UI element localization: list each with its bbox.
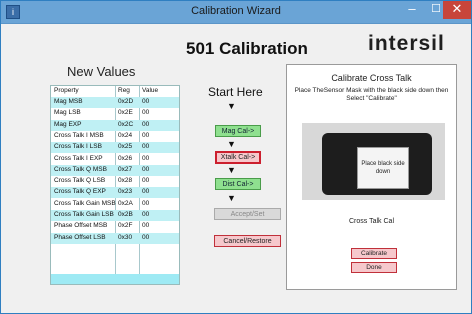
property-cell: Cross Talk Q MSB xyxy=(54,165,107,173)
property-cell: Cross Talk Q LSB xyxy=(54,177,106,185)
property-cell: Cross Talk I MSB xyxy=(54,131,104,139)
column-header-property: Property xyxy=(54,87,79,94)
reg-cell: 0x27 xyxy=(118,165,133,173)
column-header-reg: Reg xyxy=(118,87,130,94)
reg-cell: 0x23 xyxy=(118,188,133,196)
reg-cell: 0x26 xyxy=(118,154,133,162)
down-arrow-icon: ▼ xyxy=(227,101,236,111)
table-row[interactable]: Mag LSB 0x2E 00 xyxy=(51,108,179,119)
table-row[interactable]: Cross Talk I EXP 0x26 00 xyxy=(51,154,179,165)
value-cell: 00 xyxy=(142,211,150,218)
value-cell: 00 xyxy=(142,98,150,105)
table-row[interactable]: Phase Offset LSB 0x30 00 xyxy=(51,232,179,244)
down-arrow-icon: ▼ xyxy=(227,193,236,203)
reg-cell: 0x2C xyxy=(118,120,134,128)
value-cell: 00 xyxy=(142,154,150,162)
value-cell: 00 xyxy=(142,188,150,196)
title-bar: i Calibration Wizard – ☐ ✕ xyxy=(1,1,471,24)
start-here-label: Start Here xyxy=(208,85,263,99)
reg-cell: 0x28 xyxy=(118,177,133,185)
reg-cell: 0x2A xyxy=(118,199,133,207)
panel-title: Calibrate Cross Talk xyxy=(331,73,412,83)
down-arrow-icon: ▼ xyxy=(227,165,236,175)
calibration-wizard-window: i Calibration Wizard – ☐ ✕ 501 Calibrati… xyxy=(0,0,472,314)
reg-cell: 0x2D xyxy=(118,98,134,105)
property-cell: Cross Talk Gain LSB xyxy=(54,211,114,218)
sensor-device: Place black side down xyxy=(322,133,432,195)
table-row[interactable]: Cross Talk I LSB 0x25 00 xyxy=(51,142,179,154)
table-row[interactable]: Cross Talk Q EXP 0x23 00 xyxy=(51,187,179,199)
cancel-restore-button[interactable]: Cancel/Restore xyxy=(214,235,281,247)
table-row[interactable]: Mag MSB 0x2D 00 xyxy=(51,97,179,108)
reg-cell: 0x2B xyxy=(118,211,133,218)
reg-cell: 0x2E xyxy=(118,109,133,117)
reg-cell: 0x24 xyxy=(118,131,133,139)
calibrate-button[interactable]: Calibrate xyxy=(351,248,397,259)
table-row[interactable]: Phase Offset MSB 0x2F 00 xyxy=(51,221,179,232)
property-cell: Mag EXP xyxy=(54,120,82,128)
table-row[interactable]: Mag EXP 0x2C 00 xyxy=(51,119,179,131)
column-header-value: Value xyxy=(142,87,159,94)
property-cell: Phase Offset MSB xyxy=(54,222,108,230)
table-row[interactable]: Cross Talk I MSB 0x24 00 xyxy=(51,131,179,142)
dist-cal-button[interactable]: Dist Cal-> xyxy=(215,178,261,190)
property-cell: Phase Offset LSB xyxy=(54,233,106,241)
value-cell: 00 xyxy=(142,131,150,139)
new-values-table: Property Reg Value Mag MSB 0x2D 00 Mag LSB 0… xyxy=(50,85,180,285)
mag-cal-button[interactable]: Mag Cal-> xyxy=(215,125,261,137)
cross-talk-cal-label: Cross Talk Cal xyxy=(349,218,394,225)
page-title: 501 Calibration xyxy=(186,39,308,58)
intersil-logo: intersil xyxy=(368,32,445,55)
property-cell: Mag MSB xyxy=(54,98,83,105)
value-cell: 00 xyxy=(142,165,150,173)
minimize-button[interactable]: – xyxy=(400,1,424,19)
mask-label: Place black side down xyxy=(361,161,405,175)
reg-cell: 0x2F xyxy=(118,222,133,230)
value-cell: 00 xyxy=(142,233,150,241)
value-cell: 00 xyxy=(142,177,150,185)
down-arrow-icon: ▼ xyxy=(227,139,236,149)
sensor-mask: Place black side down xyxy=(357,147,409,189)
done-button[interactable]: Done xyxy=(351,262,397,273)
property-cell: Mag LSB xyxy=(54,109,81,117)
table-row[interactable]: Cross Talk Gain LSB 0x2B 00 xyxy=(51,210,179,221)
value-cell: 00 xyxy=(142,120,150,128)
xtalk-cal-button[interactable]: Xtalk Cal-> xyxy=(215,151,261,164)
close-button[interactable]: ✕ xyxy=(443,1,471,19)
new-values-title: New Values xyxy=(67,64,136,79)
value-cell: 00 xyxy=(142,199,150,207)
value-cell: 00 xyxy=(142,109,150,117)
property-cell: Cross Talk I EXP xyxy=(54,154,103,162)
table-row[interactable]: Cross Talk Q LSB 0x28 00 xyxy=(51,176,179,187)
property-cell: Cross Talk Q EXP xyxy=(54,188,106,196)
property-cell: Cross Talk Gain MSB xyxy=(54,199,116,207)
panel-instructions: Place TheSensor Mask with the black side… xyxy=(294,87,449,102)
reg-cell: 0x30 xyxy=(118,233,133,241)
value-cell: 00 xyxy=(142,222,150,230)
calibrate-cross-talk-panel: Calibrate Cross Talk Place TheSensor Mas… xyxy=(286,64,457,290)
sensor-mask-photo: Place black side down xyxy=(302,123,445,200)
table-row[interactable]: Cross Talk Gain MSB 0x2A 00 xyxy=(51,199,179,210)
property-cell: Cross Talk I LSB xyxy=(54,143,102,151)
table-footer xyxy=(51,274,179,284)
value-cell: 00 xyxy=(142,143,150,151)
table-row[interactable]: Cross Talk Q MSB 0x27 00 xyxy=(51,164,179,176)
reg-cell: 0x25 xyxy=(118,143,133,151)
accept-set-button[interactable]: Accept/Set xyxy=(214,208,281,220)
